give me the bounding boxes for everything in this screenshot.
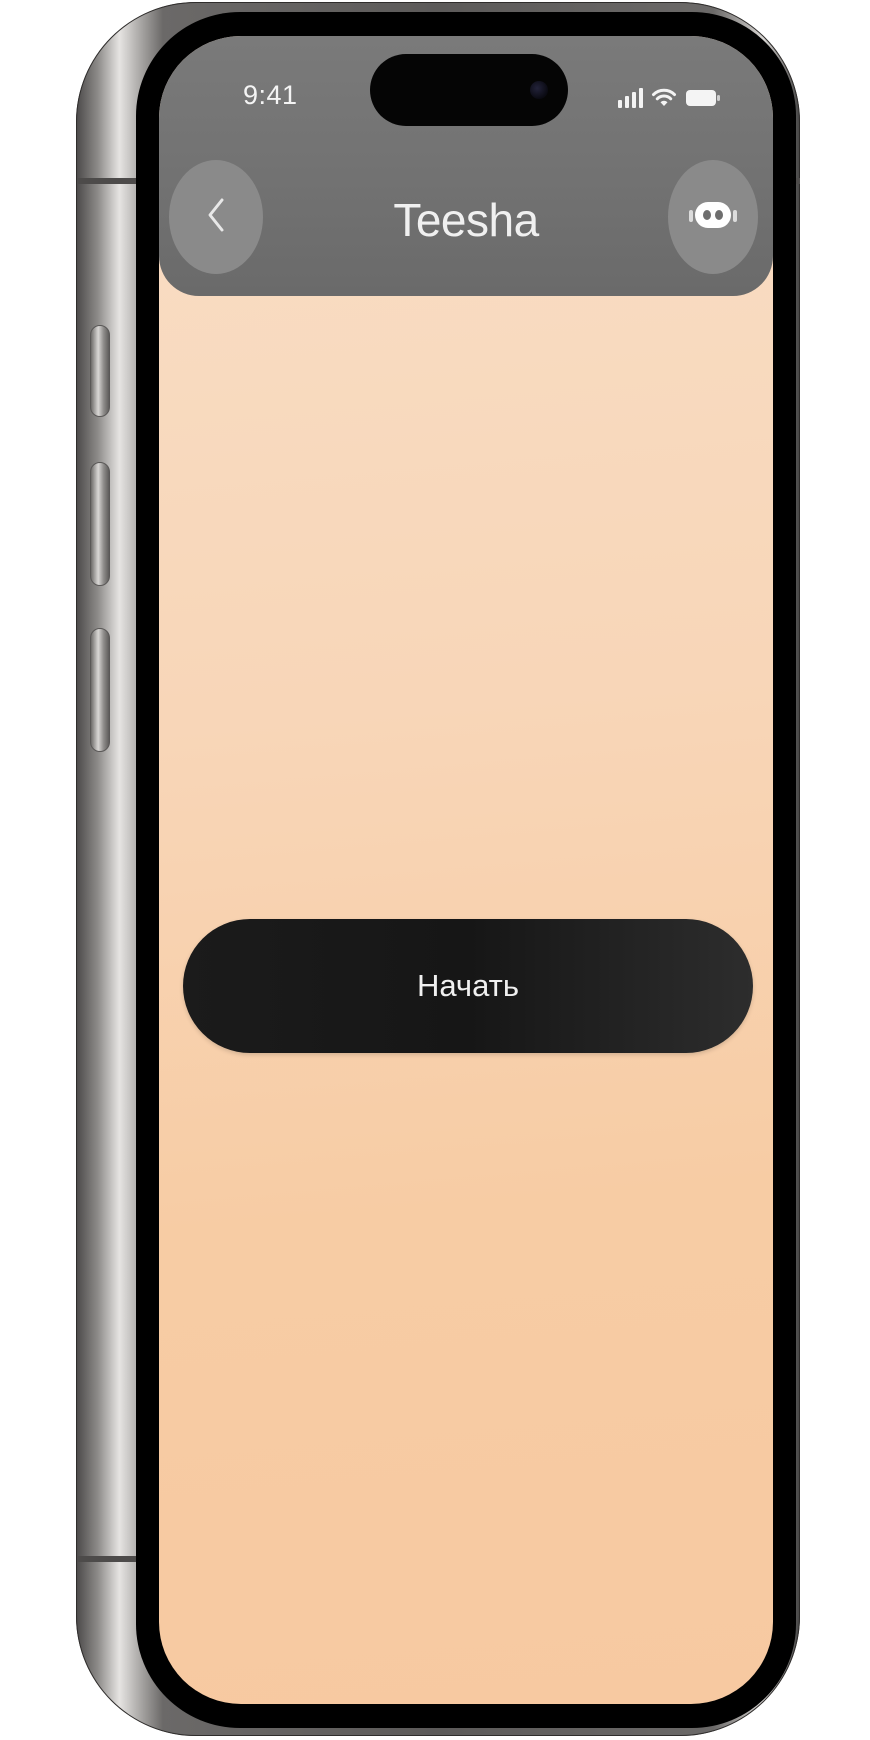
antenna-band-bottom-left (78, 1556, 140, 1562)
status-icons (618, 84, 721, 108)
volume-down-button (90, 628, 110, 752)
status-time: 9:41 (243, 80, 298, 110)
bot-button[interactable] (668, 160, 758, 274)
volume-up-button (90, 462, 110, 586)
start-button-label: Начать (416, 968, 519, 1003)
phone-screen: 9:41 Teesha Начать (159, 36, 773, 1704)
device-mockup: 9:41 Teesha Начать (0, 0, 870, 1740)
front-camera-icon (530, 81, 548, 99)
start-button[interactable]: Начать (183, 919, 753, 1053)
antenna-band-top-left (78, 178, 140, 184)
wifi-icon (651, 86, 677, 108)
cellular-signal-icon (618, 86, 643, 108)
battery-icon (685, 88, 721, 108)
dynamic-island (370, 54, 568, 126)
app-header: 9:41 Teesha (159, 36, 773, 296)
action-button (90, 325, 110, 417)
robot-face-icon (685, 197, 741, 238)
